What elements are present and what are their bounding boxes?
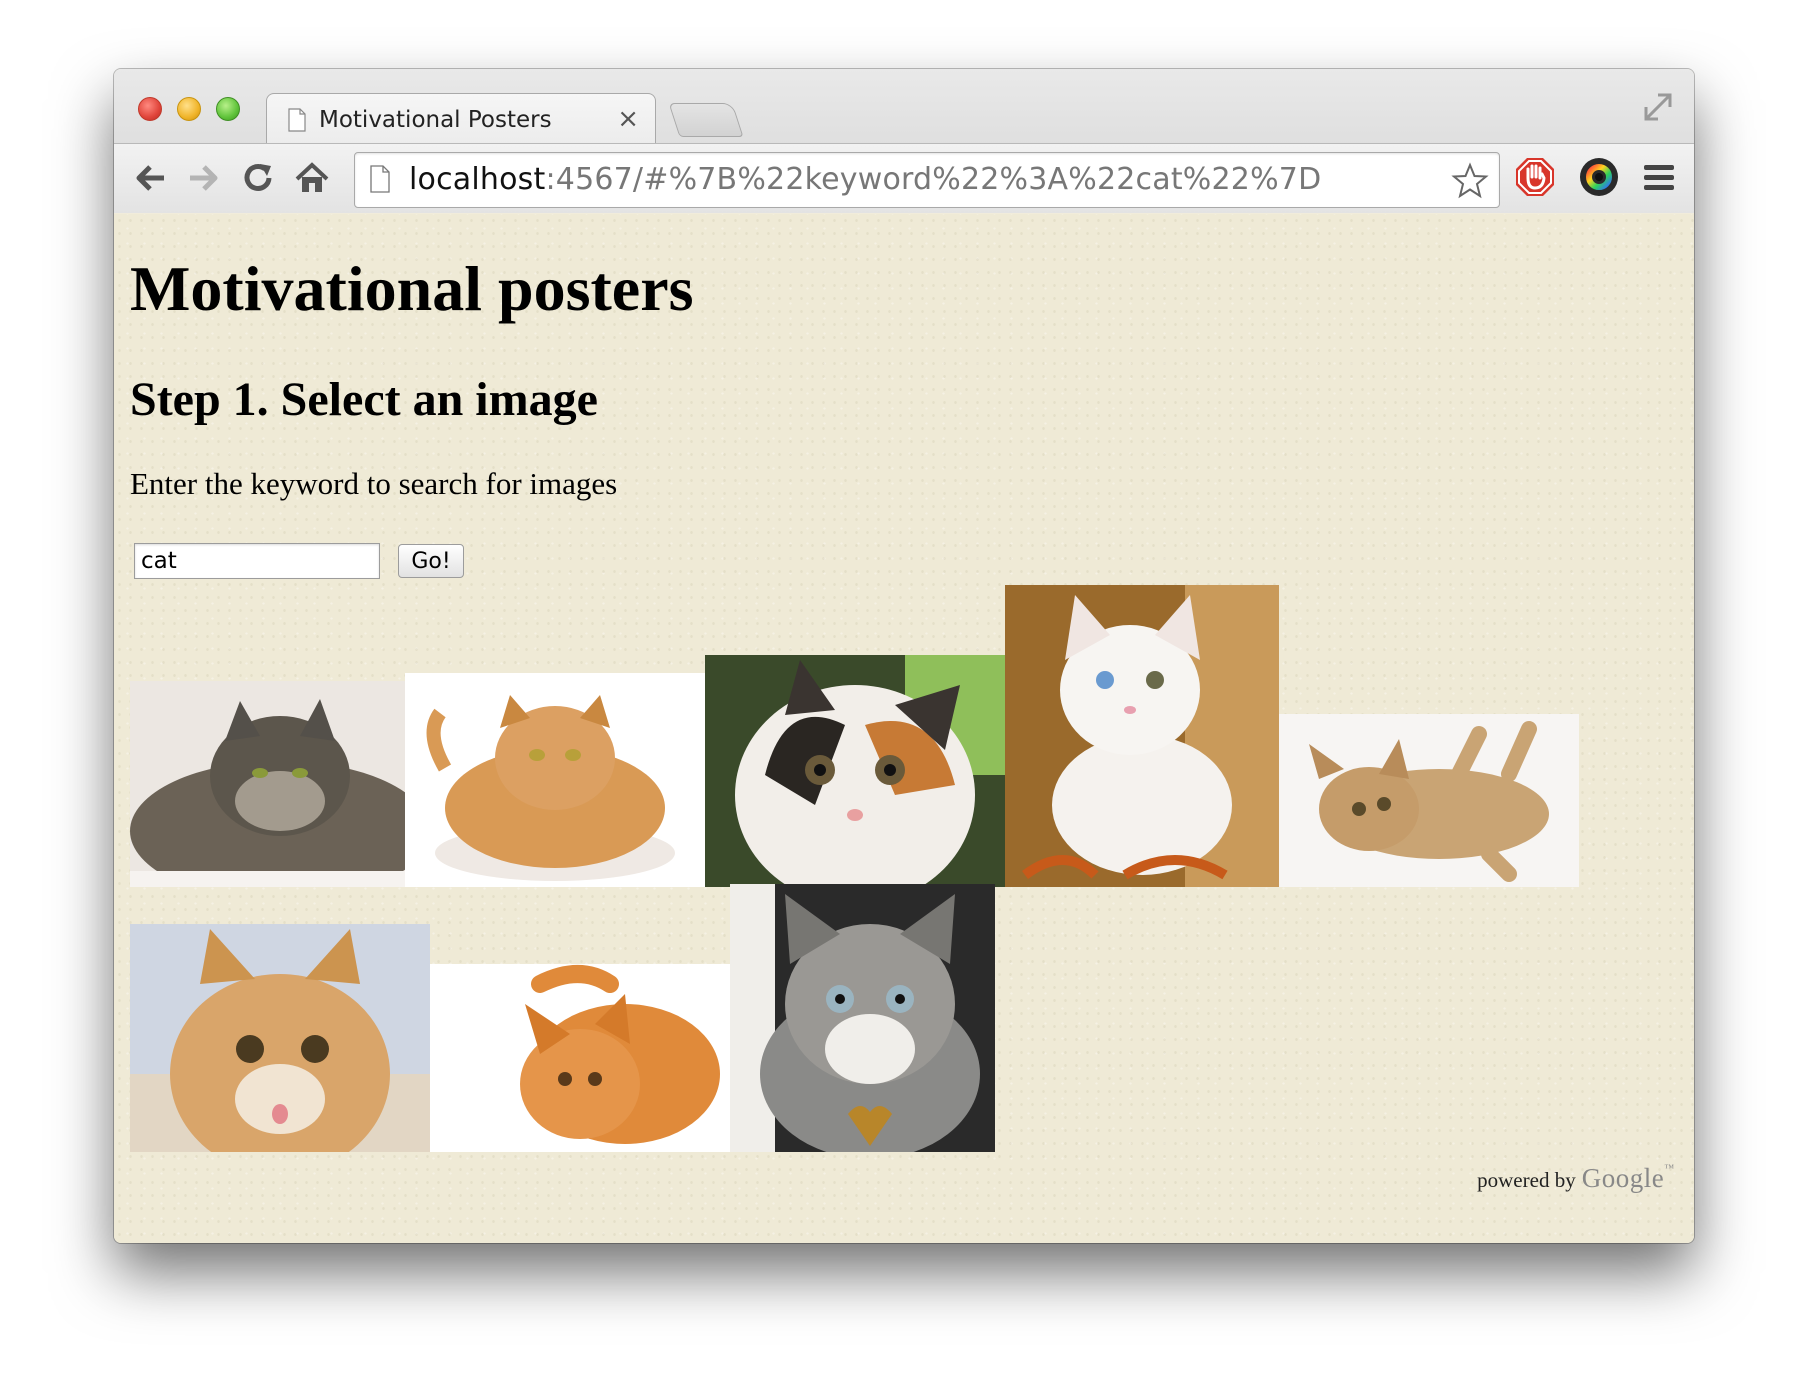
page-content: Motivational posters Step 1. Select an i… xyxy=(114,214,1694,1243)
page-icon xyxy=(288,108,306,132)
page-icon xyxy=(370,165,390,193)
url-text[interactable]: localhost:4567/#%7B%22keyword%22%3A%22ca… xyxy=(409,162,1321,197)
powered-by-text: powered by xyxy=(1477,1168,1576,1192)
result-image-4[interactable] xyxy=(1005,585,1279,887)
bookmark-star-icon[interactable] xyxy=(1451,162,1489,200)
tab-close-icon[interactable]: × xyxy=(617,104,639,134)
minimize-window-button[interactable] xyxy=(177,97,201,121)
back-arrow-icon[interactable] xyxy=(130,158,170,198)
reload-icon[interactable] xyxy=(238,158,278,198)
go-button[interactable]: Go! xyxy=(398,544,464,578)
adblock-icon[interactable] xyxy=(1514,156,1556,198)
fullscreen-icon[interactable] xyxy=(1640,89,1676,125)
result-image-7[interactable] xyxy=(430,964,730,1152)
color-picker-icon[interactable] xyxy=(1578,156,1620,198)
toolbar: localhost:4567/#%7B%22keyword%22%3A%22ca… xyxy=(114,143,1694,213)
home-icon[interactable] xyxy=(292,158,332,198)
tab-motivational-posters[interactable]: Motivational Posters × xyxy=(266,93,656,145)
tab-strip: Motivational Posters × xyxy=(114,69,1694,145)
close-window-button[interactable] xyxy=(138,97,162,121)
url-host: localhost xyxy=(409,162,546,197)
keyword-input[interactable] xyxy=(134,543,380,579)
result-image-6[interactable] xyxy=(130,924,430,1152)
url-path: :4567/#%7B%22keyword%22%3A%22cat%22%7D xyxy=(545,162,1322,197)
step-heading: Step 1. Select an image xyxy=(130,373,598,426)
search-prompt: Enter the keyword to search for images xyxy=(130,466,618,501)
result-image-5[interactable] xyxy=(1279,714,1579,887)
trademark-symbol: ™ xyxy=(1664,1163,1674,1174)
result-image-8[interactable] xyxy=(730,884,995,1152)
powered-by-google: powered by Google™ xyxy=(1477,1163,1674,1194)
forward-arrow-icon[interactable] xyxy=(184,158,224,198)
browser-chrome: Motivational Posters × localhost:4567/#%… xyxy=(114,69,1694,213)
result-image-3[interactable] xyxy=(705,655,1005,887)
google-logo: Google xyxy=(1581,1163,1665,1193)
address-bar[interactable]: localhost:4567/#%7B%22keyword%22%3A%22ca… xyxy=(354,152,1500,208)
page-title: Motivational posters xyxy=(130,253,694,324)
tab-title: Motivational Posters xyxy=(319,107,552,133)
result-image-2[interactable] xyxy=(405,673,705,887)
menu-icon[interactable] xyxy=(1638,156,1680,198)
new-tab-button[interactable] xyxy=(668,103,744,137)
zoom-window-button[interactable] xyxy=(216,97,240,121)
browser-window: Motivational Posters × localhost:4567/#%… xyxy=(114,69,1694,1243)
result-image-1[interactable] xyxy=(130,681,405,887)
